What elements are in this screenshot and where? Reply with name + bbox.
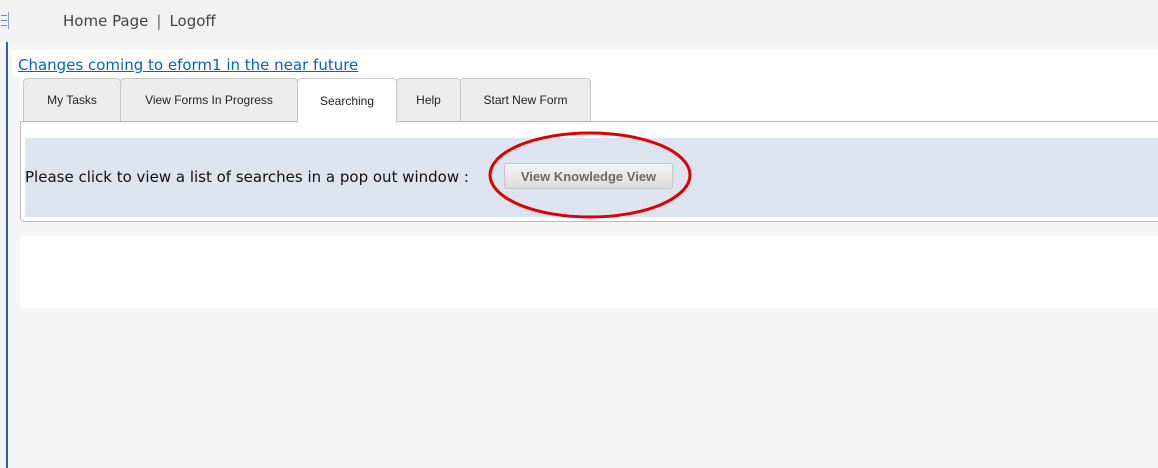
search-band: Please click to view a list of searches … [25, 138, 1158, 217]
main-content: Changes coming to eform1 in the near fut… [12, 50, 1158, 468]
search-prompt-text: Please click to view a list of searches … [25, 168, 469, 186]
announcement-link[interactable]: Changes coming to eform1 in the near fut… [18, 56, 358, 74]
tab-help[interactable]: Help [396, 78, 461, 121]
hamburger-menu-icon[interactable] [0, 12, 9, 29]
tab-start-new-form[interactable]: Start New Form [460, 78, 591, 121]
tab-strip: My Tasks View Forms In Progress Searchin… [23, 78, 591, 123]
view-knowledge-view-button[interactable]: View Knowledge View [504, 163, 673, 189]
nav-separator: | [156, 12, 162, 30]
tab-view-forms-in-progress[interactable]: View Forms In Progress [120, 78, 298, 121]
searching-tab-body: Please click to view a list of searches … [20, 121, 1158, 222]
announcement-area: Changes coming to eform1 in the near fut… [12, 50, 1158, 76]
top-nav-links: Home Page | Logoff [63, 12, 216, 30]
window-left-border [6, 0, 8, 468]
tab-my-tasks[interactable]: My Tasks [23, 78, 121, 121]
logoff-link[interactable]: Logoff [169, 12, 215, 30]
tab-searching[interactable]: Searching [297, 78, 397, 123]
lower-content-area [20, 236, 1158, 308]
home-page-link[interactable]: Home Page [63, 12, 148, 30]
top-navigation-bar: Home Page | Logoff [0, 0, 1158, 42]
tab-panel: My Tasks View Forms In Progress Searchin… [20, 76, 1158, 222]
